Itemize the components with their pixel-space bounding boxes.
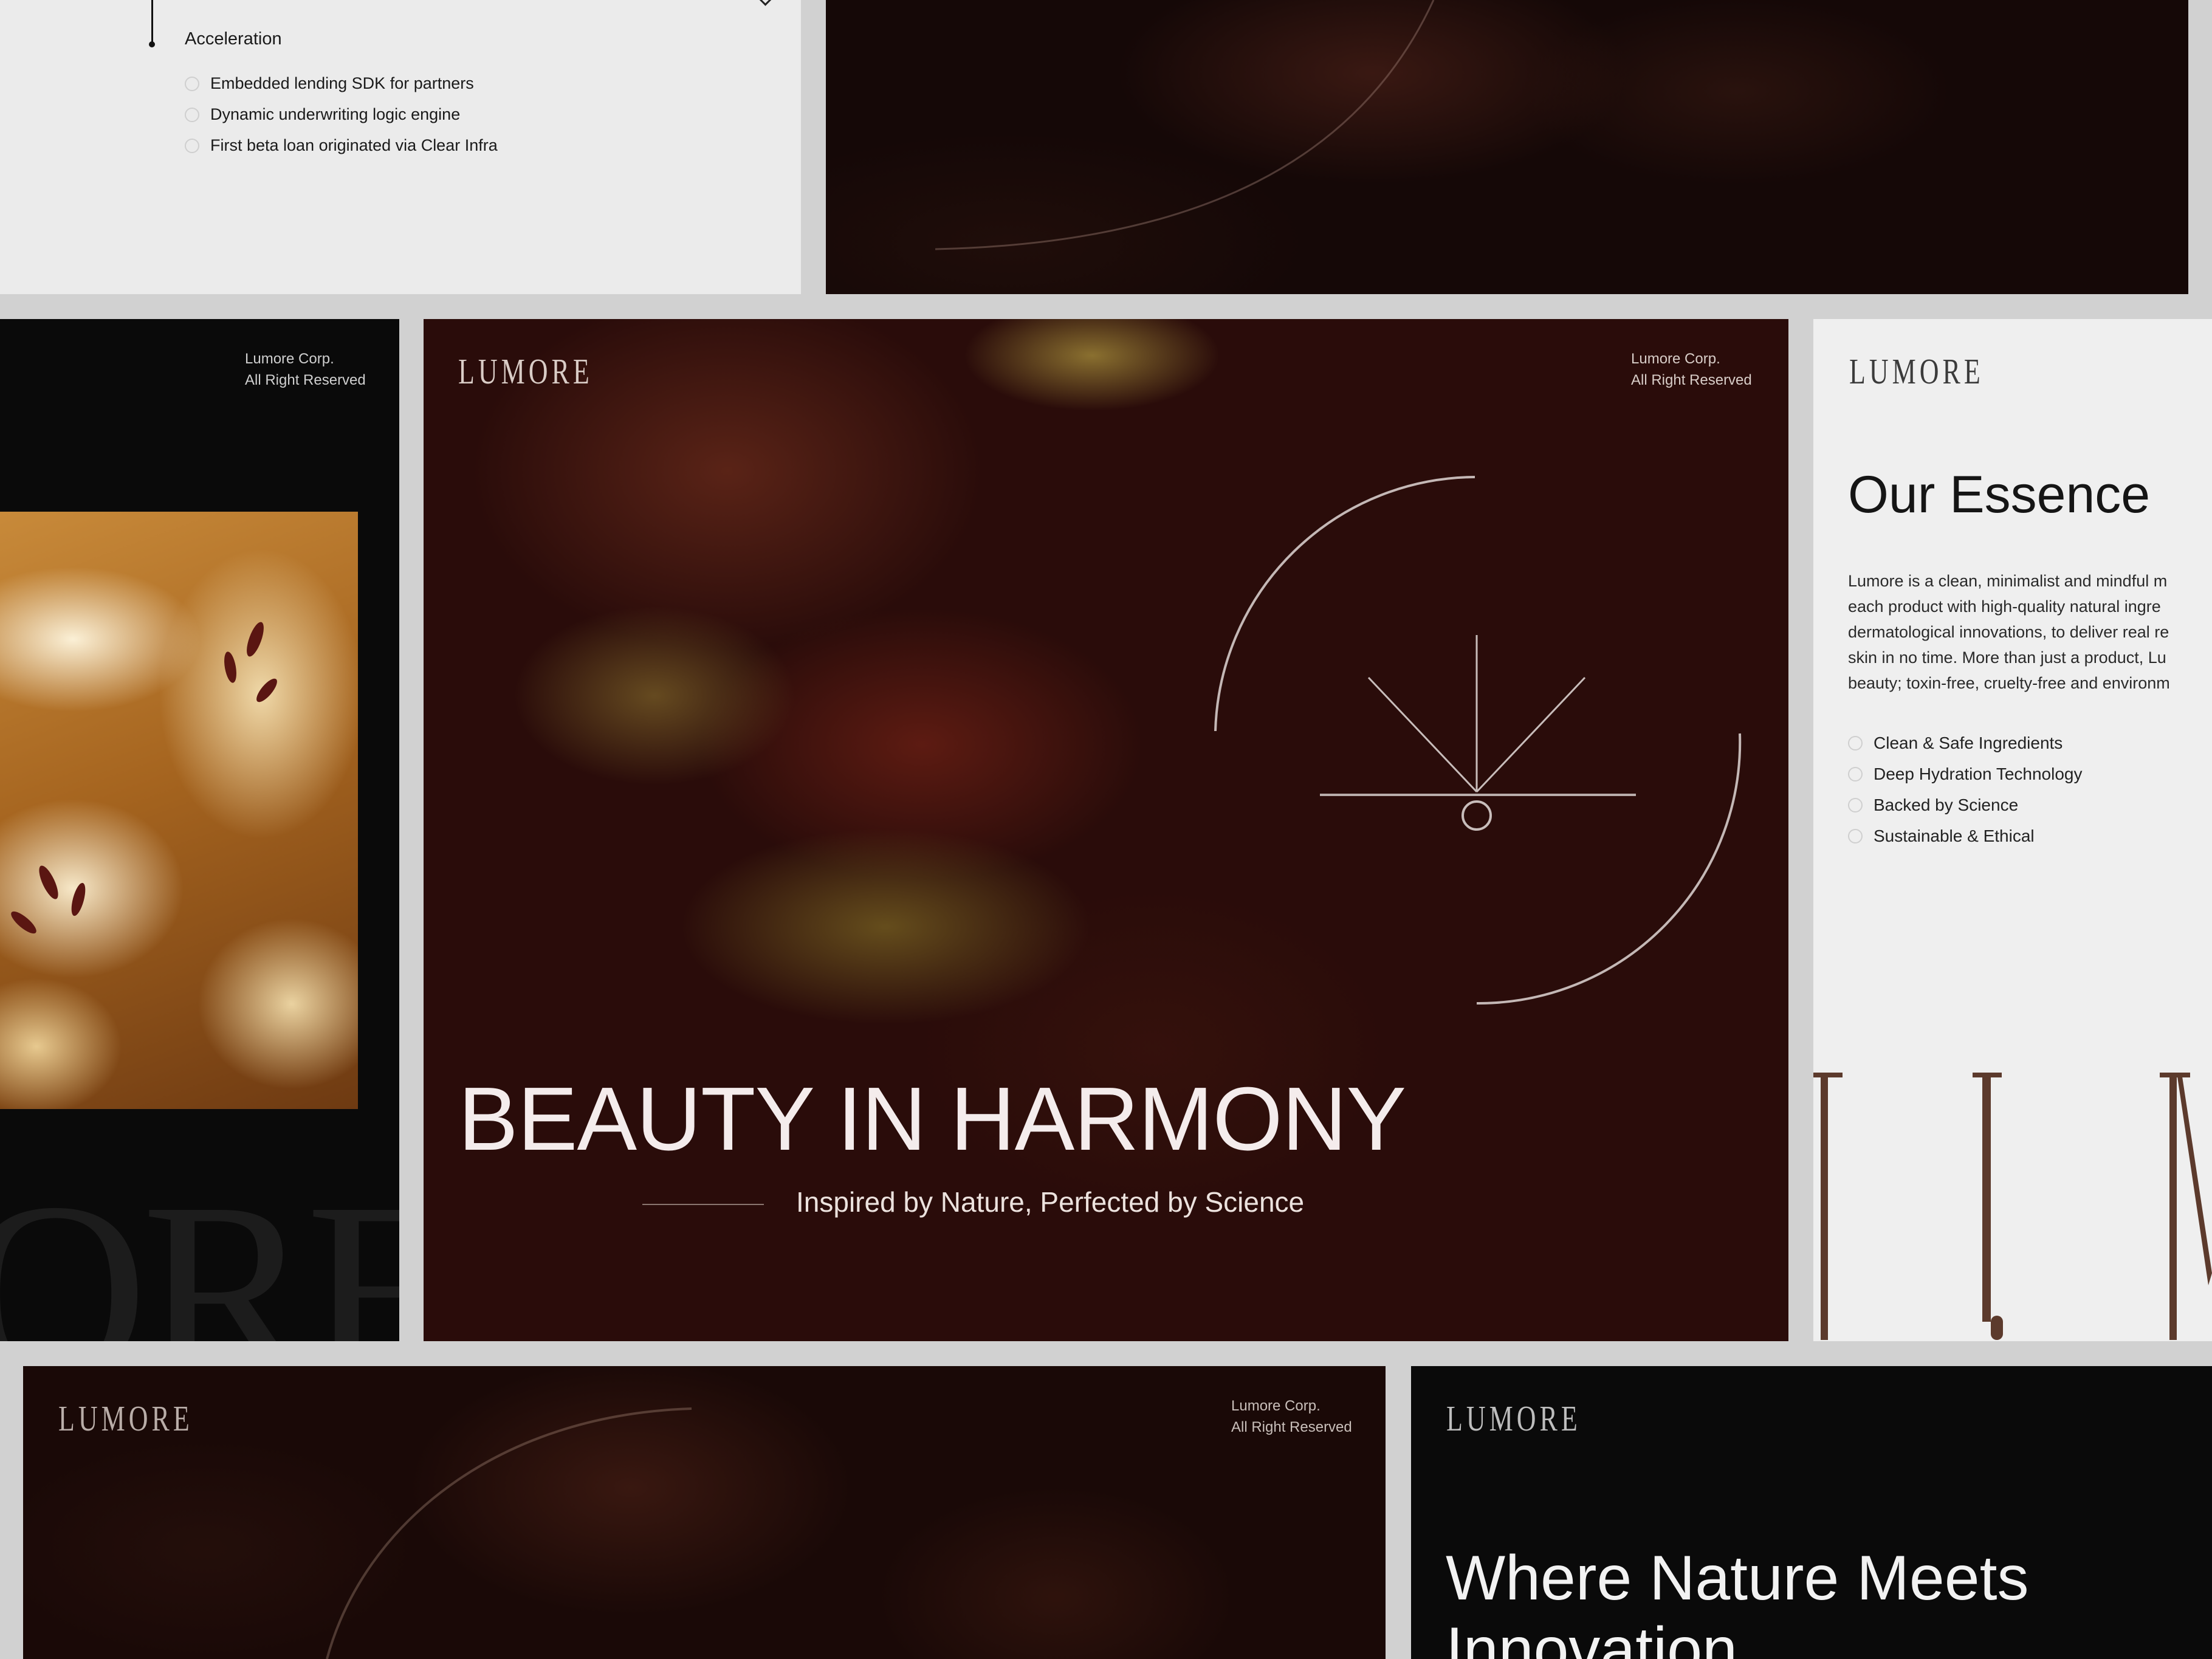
check-circle-icon [1848,766,1863,781]
stamen-mark [8,908,40,937]
paragraph-line: Lumore is a clean, minimalist and mindfu… [1848,572,2168,590]
rights-text: All Right Reserved [245,372,366,388]
stamen-mark [243,620,267,659]
hero-headline: BEAUTY IN HARMONY [458,1069,1406,1169]
corp-info: Lumore Corp. All Right Reserved [1231,1395,1352,1438]
stamen-mark [35,863,62,902]
check-circle-icon [185,76,199,91]
paragraph-line: each product with high-quality natural i… [1848,597,2161,616]
rights-text: All Right Reserved [1231,1419,1352,1435]
brand-logo: LUMORE [1849,351,1984,392]
title-line: Where Nature Meets [1446,1543,2029,1613]
timeline-dot [149,41,155,47]
ghost-logo-letters: ORE [0,1150,399,1342]
arc-decoration [326,1407,692,1659]
roadmap-item-label: Dynamic underwriting logic engine [210,105,461,123]
feature-list: Clean & Safe Ingredients Deep Hydration … [1848,727,2082,851]
corp-info: Lumore Corp. All Right Reserved [245,348,366,391]
feature-label: Backed by Science [1874,795,2019,814]
brand-logo: LUMORE [1446,1398,1581,1439]
list-item: Embedded lending SDK for partners [185,68,498,99]
stamen-mark [222,650,239,684]
big-logo-letters [1813,1073,2212,1340]
check-circle-icon [185,107,199,122]
essence-paragraph: Lumore is a clean, minimalist and mindfu… [1848,568,2212,696]
paragraph-line: skin in no time. More than just a produc… [1848,648,2166,667]
section-title: Our Essence [1848,465,2151,524]
check-circle-icon [1848,828,1863,843]
feature-label: Sustainable & Ethical [1874,826,2035,845]
dark-image-slide [826,0,2188,294]
phase-label: Acceleration [185,29,282,49]
feature-label: Clean & Safe Ingredients [1874,733,2063,752]
roadmap-item-label: Embedded lending SDK for partners [210,74,474,92]
hero-slide: LUMORE Lumore Corp. All Right Reserved B… [424,319,1788,1341]
roadmap-item-label: First beta loan originated via Clear Inf… [210,136,498,154]
roadmap-list: Embedded lending SDK for partners Dynami… [185,68,498,161]
hero-subline: Inspired by Nature, Perfected by Science [796,1186,1305,1218]
list-item: Clean & Safe Ingredients [1848,727,2082,758]
dark-slide: LUMORE Lumore Corp. All Right Reserved [23,1366,1386,1659]
check-circle-icon [1848,735,1863,750]
timeline-line [151,0,153,44]
check-circle-icon [185,138,199,153]
list-item: Sustainable & Ethical [1848,820,2082,851]
lily-slide: Lumore Corp. All Right Reserved ORE [0,319,399,1341]
divider-line [642,1204,764,1205]
arc-decoration [935,0,1435,250]
brand-logo: LUMORE [58,1398,193,1439]
innovation-slide: LUMORE Where Nature Meets Innovation [1411,1366,2212,1659]
innovation-title: Where Nature Meets Innovation [1446,1542,2028,1659]
chevron-down-icon [755,0,775,6]
list-item: Dynamic underwriting logic engine [185,99,498,130]
corp-name: Lumore Corp. [1231,1398,1321,1414]
stamen-mark [69,881,88,918]
lily-photo [0,512,358,1109]
paragraph-line: dermatological innovations, to deliver r… [1848,623,2169,641]
corp-name: Lumore Corp. [245,351,334,367]
essence-slide: LUMORE Our Essence Lumore is a clean, mi… [1813,319,2212,1341]
list-item: Backed by Science [1848,789,2082,820]
check-circle-icon [1848,797,1863,812]
paragraph-line: beauty; toxin-free, cruelty-free and env… [1848,674,2170,692]
stamen-mark [253,675,281,706]
list-item: Deep Hydration Technology [1848,758,2082,789]
roadmap-slide: Acceleration Embedded lending SDK for pa… [0,0,801,294]
title-line: Innovation [1446,1615,1737,1659]
feature-label: Deep Hydration Technology [1874,764,2083,783]
list-item: First beta loan originated via Clear Inf… [185,130,498,161]
